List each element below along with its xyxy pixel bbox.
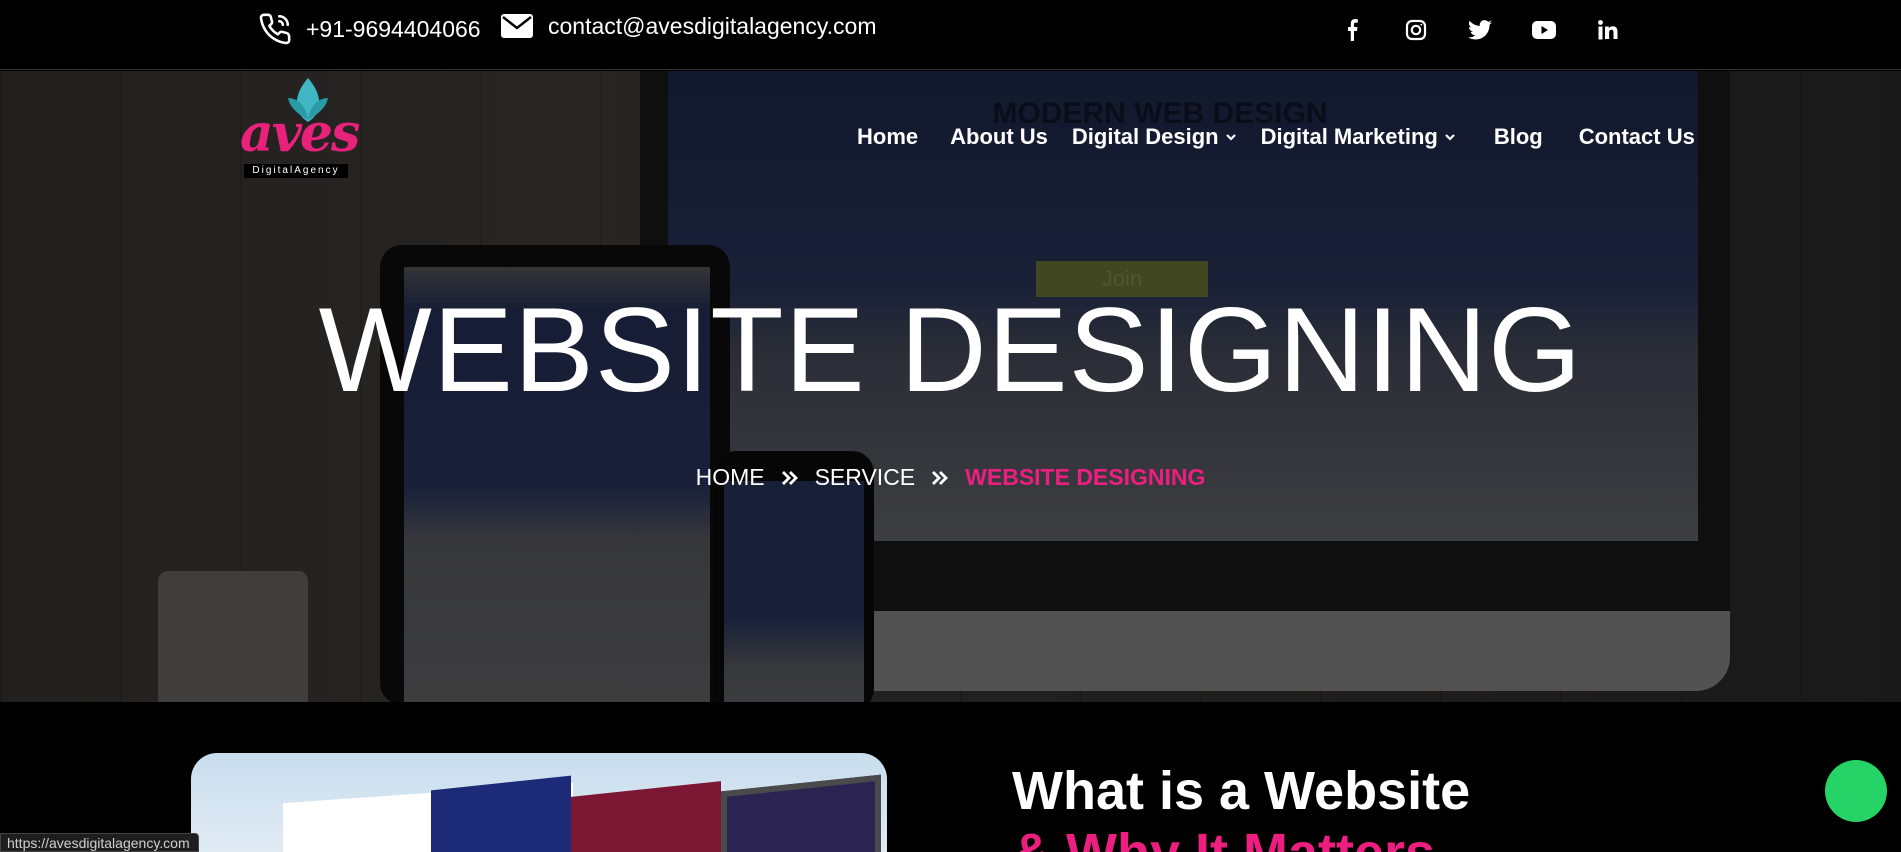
email-address[interactable]: contact@avesdigitalagency.com — [548, 13, 876, 40]
main-nav: Home About Us Digital Design Digital Mar… — [857, 124, 1695, 150]
instagram-icon[interactable] — [1404, 15, 1428, 45]
double-chevron-right-icon — [781, 470, 798, 485]
nav-about-us-label: About Us — [950, 124, 1048, 149]
section-heading-accent: & Why It Matters — [1012, 822, 1435, 852]
nav-home-label: Home — [857, 124, 919, 149]
illustration-card — [431, 775, 571, 852]
illustration-tablet — [721, 774, 881, 852]
linkedin-icon[interactable] — [1596, 15, 1620, 45]
chevron-down-icon — [1445, 134, 1455, 141]
nav-home[interactable]: Home — [857, 124, 918, 150]
phone-number[interactable]: +91-9694404066 — [306, 16, 481, 43]
facebook-icon[interactable] — [1340, 15, 1364, 45]
phone-icon — [258, 12, 292, 46]
youtube-icon[interactable] — [1532, 15, 1556, 45]
breadcrumb-home[interactable]: HOME — [696, 464, 765, 491]
nav-about-us[interactable]: About Us — [950, 124, 1048, 150]
top-bar: +91-9694404066 contact@avesdigitalagency… — [0, 0, 1901, 70]
nav-digital-design[interactable]: Digital Design — [1072, 124, 1237, 150]
email-contact[interactable]: contact@avesdigitalagency.com — [500, 12, 876, 40]
breadcrumb-service[interactable]: SERVICE — [815, 464, 916, 491]
site-logo[interactable]: aves DigitalAgency — [240, 76, 360, 180]
nav-contact-us-label: Contact Us — [1578, 124, 1695, 149]
logo-wordmark: aves — [240, 103, 360, 164]
nav-blog[interactable]: Blog — [1494, 124, 1543, 150]
browser-status-url: https://avesdigitalagency.com — [0, 833, 199, 852]
breadcrumb: HOME SERVICE WEBSITE DESIGNING — [0, 464, 1901, 491]
page-title: WEBSITE DESIGNING — [318, 283, 1583, 417]
illustration-card — [571, 781, 721, 852]
website-design-illustration — [191, 753, 887, 852]
chevron-down-icon — [1225, 134, 1236, 141]
social-links — [1340, 15, 1620, 45]
nav-digital-marketing[interactable]: Digital Marketing — [1261, 124, 1456, 150]
envelope-icon — [500, 12, 534, 40]
nav-digital-design-label: Digital Design — [1071, 124, 1219, 149]
nav-digital-marketing-label: Digital Marketing — [1260, 124, 1438, 149]
double-chevron-right-icon — [932, 470, 949, 485]
breadcrumb-current: WEBSITE DESIGNING — [965, 464, 1206, 490]
nav-contact-us[interactable]: Contact Us — [1579, 124, 1695, 150]
nav-blog-label: Blog — [1493, 124, 1543, 149]
logo-subtitle: DigitalAgency — [244, 164, 348, 178]
section-heading: What is a Website — [1012, 761, 1471, 821]
whatsapp-chat-button[interactable] — [1825, 760, 1887, 822]
twitter-icon[interactable] — [1468, 15, 1492, 45]
phone-contact[interactable]: +91-9694404066 — [258, 12, 481, 46]
